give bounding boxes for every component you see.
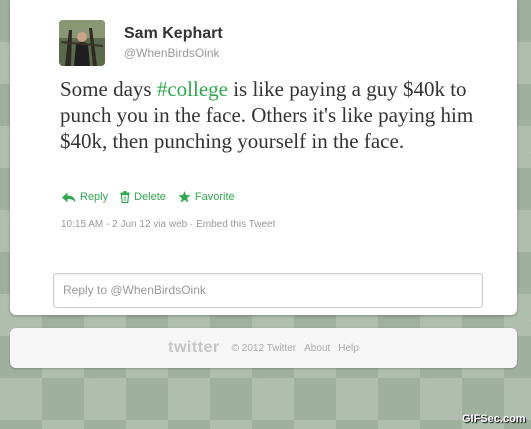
tweet-text: Some days #college is like paying a guy … — [60, 76, 500, 154]
tweet-actions: Reply Delete Favorite — [62, 191, 235, 203]
avatar-photo-icon — [59, 20, 105, 66]
favorite-button[interactable]: Favorite — [178, 191, 235, 203]
about-link[interactable]: About — [304, 343, 330, 354]
tweet-text-start: Some days — [60, 77, 157, 101]
watermark: GIFSec.com — [462, 413, 526, 425]
hashtag-link[interactable]: #college — [157, 77, 228, 101]
avatar[interactable] — [59, 20, 105, 66]
twitter-logo[interactable]: twitter — [168, 339, 220, 357]
star-icon — [178, 191, 191, 203]
tweet-card: Sam Kephart @WhenBirdsOink Some days #co… — [10, 0, 517, 315]
help-link[interactable]: Help — [338, 343, 359, 354]
reply-input[interactable]: Reply to @WhenBirdsOink — [53, 273, 483, 308]
tweet-timestamp[interactable]: 10:15 AM - 2 Jun 12 via web · Embed this… — [61, 219, 275, 230]
reply-arrow-icon — [62, 192, 76, 202]
trash-icon — [120, 191, 130, 203]
delete-label: Delete — [134, 191, 166, 203]
display-name[interactable]: Sam Kephart — [124, 25, 223, 43]
screen-name[interactable]: @WhenBirdsOink — [124, 46, 220, 60]
favorite-label: Favorite — [194, 191, 235, 203]
reply-label: Reply — [80, 191, 109, 203]
copyright-text: © 2012 Twitter — [231, 342, 297, 354]
footer: twitter © 2012 Twitter About Help — [10, 328, 517, 368]
delete-button[interactable]: Delete — [120, 191, 166, 203]
reply-button[interactable]: Reply — [62, 191, 108, 203]
